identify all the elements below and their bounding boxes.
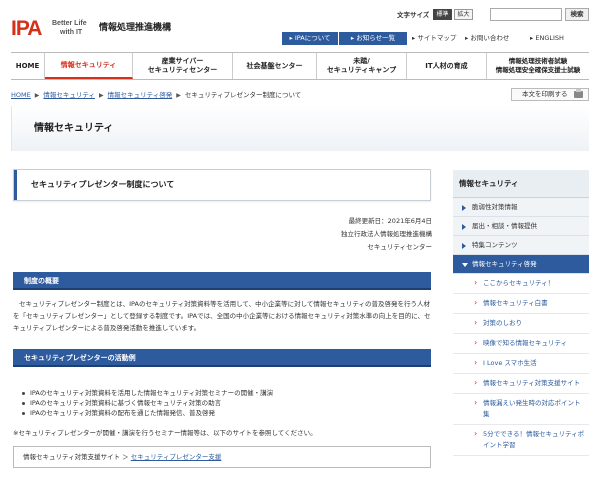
sidebar-item-vulnerability[interactable]: 脆弱性対策情報 <box>453 198 589 217</box>
news-list-link[interactable]: ▸ お知らせ一覧 <box>339 32 407 45</box>
band-title: 情報セキュリティ <box>34 123 114 134</box>
sidebar-subitem-video[interactable]: 映像で知る情報セキュリティ <box>453 334 589 354</box>
sidebar-nav: 脆弱性対策情報 届出・相談・情報提供 特集コンテンツ 情報セキュリティ啓発 ここ… <box>453 198 589 456</box>
nav-social-infrastructure[interactable]: 社会基盤センター <box>233 53 317 79</box>
about-ipa-link[interactable]: ▸ IPAについて <box>282 32 338 45</box>
global-nav: HOME 情報セキュリティ 産業サイバー セキュリティセンター 社会基盤センター… <box>11 52 589 80</box>
sidebar-subitem-support-site[interactable]: 情報セキュリティ対策支援サイト <box>453 374 589 394</box>
support-site-box: 情報セキュリティ対策支援サイト ＞ セキュリティプレゼンター支援 <box>13 446 431 468</box>
breadcrumb-separator-icon: ▶ <box>98 92 104 99</box>
sidebar-item-reports[interactable]: 届出・相談・情報提供 <box>453 217 589 236</box>
breadcrumb-security-awareness[interactable]: 情報セキュリティ啓発 <box>108 91 173 99</box>
sidebar-item-features[interactable]: 特集コンテンツ <box>453 236 589 255</box>
breadcrumb-information-security[interactable]: 情報セキュリティ <box>43 91 95 99</box>
sidebar-subitem-leak-response[interactable]: 情報漏えい発生時の対応ポイント集 <box>453 394 589 425</box>
list-item: IPAのセキュリティ対策資料に基づく情報セキュリティ対策の助言 <box>22 398 273 408</box>
page: IPA Better Life with IT 情報処理推進機構 文字サイズ 標… <box>0 0 600 484</box>
sidebar-subitem-smartphone[interactable]: I Love スマホ生活 <box>453 354 589 374</box>
breadcrumb-current: セキュリティプレゼンター制度について <box>184 91 302 99</box>
ipa-logo[interactable]: IPA Better Life with IT 情報処理推進機構 <box>11 17 171 40</box>
list-item: IPAのセキュリティ対策資料の配布を通じた情報発信、普及啓発 <box>22 408 273 418</box>
sidebar-item-security-awareness[interactable]: 情報セキュリティ啓発 <box>453 255 589 274</box>
last-updated: 最終更新日：2021年6月4日 <box>348 217 432 225</box>
author-center: セキュリティセンター <box>367 243 432 251</box>
section-heading-activities: セキュリティプレゼンターの活動例 <box>13 349 431 367</box>
nav-home[interactable]: HOME <box>11 53 45 79</box>
printer-icon <box>574 89 583 98</box>
activities-list: IPAのセキュリティ対策資料を活用した情報セキュリティ対策セミナーの開催・講演 … <box>22 388 273 418</box>
sidebar-subitem-five-minute[interactable]: 5分でできる！情報セキュリティポイント学習 <box>453 425 589 456</box>
section-heading-overview: 制度の概要 <box>13 272 431 290</box>
print-label: 本文を印刷する <box>522 90 568 98</box>
breadcrumb-separator-icon: ▶ <box>34 92 40 99</box>
list-item: IPAのセキュリティ対策資料を活用した情報セキュリティ対策セミナーの開催・講演 <box>22 388 273 398</box>
support-site-prefix: 情報セキュリティ対策支援サイト ＞ <box>23 453 131 461</box>
contact-link[interactable]: ▸ お問い合わせ <box>465 32 509 45</box>
search-input[interactable] <box>490 8 562 21</box>
sidebar-subitem-guide[interactable]: 対策のしおり <box>453 314 589 334</box>
logo-tagline-2: with IT <box>60 29 83 36</box>
page-title-box: セキュリティプレゼンター制度について <box>13 169 431 201</box>
breadcrumb-home[interactable]: HOME <box>11 91 31 99</box>
font-size-standard-button[interactable]: 標準 <box>433 9 452 20</box>
english-label: ENGLISH <box>535 34 564 42</box>
sidebar-title: 情報セキュリティ <box>453 170 589 198</box>
logo-mark: IPA <box>11 17 42 40</box>
sidebar-subitem-white-paper[interactable]: 情報セキュリティ白書 <box>453 294 589 314</box>
breadcrumb: HOME ▶ 情報セキュリティ ▶ 情報セキュリティ啓発 ▶ セキュリティプレゼンター制度に… <box>11 89 301 101</box>
seminar-note: ※セキュリティプレゼンターが開催・講演を行うセミナー情報等は、以下のサイトを参照… <box>13 429 317 437</box>
sitemap-link[interactable]: ▸ サイトマップ <box>412 32 456 45</box>
presenter-support-link[interactable]: セキュリティプレゼンター支援 <box>131 453 222 461</box>
author-org: 独立行政法人情報処理推進機構 <box>341 230 432 238</box>
sidebar-submenu: ここからセキュリティ！ 情報セキュリティ白書 対策のしおり 映像で知る情報セキュ… <box>453 274 589 456</box>
section-title-band: 情報セキュリティ <box>11 106 589 151</box>
title-accent-bar <box>14 170 17 200</box>
contact-label: お問い合わせ <box>470 34 510 42</box>
overview-paragraph: セキュリティプレゼンター制度とは、IPAのセキュリティ対策資料等を活用して、中小… <box>13 300 431 332</box>
font-size-large-button[interactable]: 拡大 <box>454 9 473 20</box>
page-title: セキュリティプレゼンター制度について <box>31 180 175 189</box>
english-link[interactable]: ▸ ENGLISH <box>530 32 564 45</box>
news-list-label: お知らせ一覧 <box>356 34 396 42</box>
nav-mitou-security-camp[interactable]: 未踏/ セキュリティキャンプ <box>317 53 407 79</box>
org-name: 情報処理推進機構 <box>99 23 172 33</box>
font-size-label: 文字サイズ <box>397 11 430 19</box>
print-button[interactable]: 本文を印刷する <box>511 88 589 101</box>
about-ipa-label: IPAについて <box>294 34 331 42</box>
search-button[interactable]: 検索 <box>565 8 589 21</box>
nav-information-security[interactable]: 情報セキュリティ <box>45 53 133 79</box>
nav-it-human-resources[interactable]: IT人材の育成 <box>407 53 487 79</box>
breadcrumb-separator-icon: ▶ <box>176 92 181 99</box>
sidebar-subitem-start-here[interactable]: ここからセキュリティ！ <box>453 274 589 294</box>
logo-tagline: Better Life <box>52 20 87 27</box>
sitemap-label: サイトマップ <box>417 34 457 42</box>
nav-industrial-cyber-security[interactable]: 産業サイバー セキュリティセンター <box>133 53 233 79</box>
nav-it-exams[interactable]: 情報処理技術者試験 情報処理安全確保支援士試験 <box>487 53 589 79</box>
